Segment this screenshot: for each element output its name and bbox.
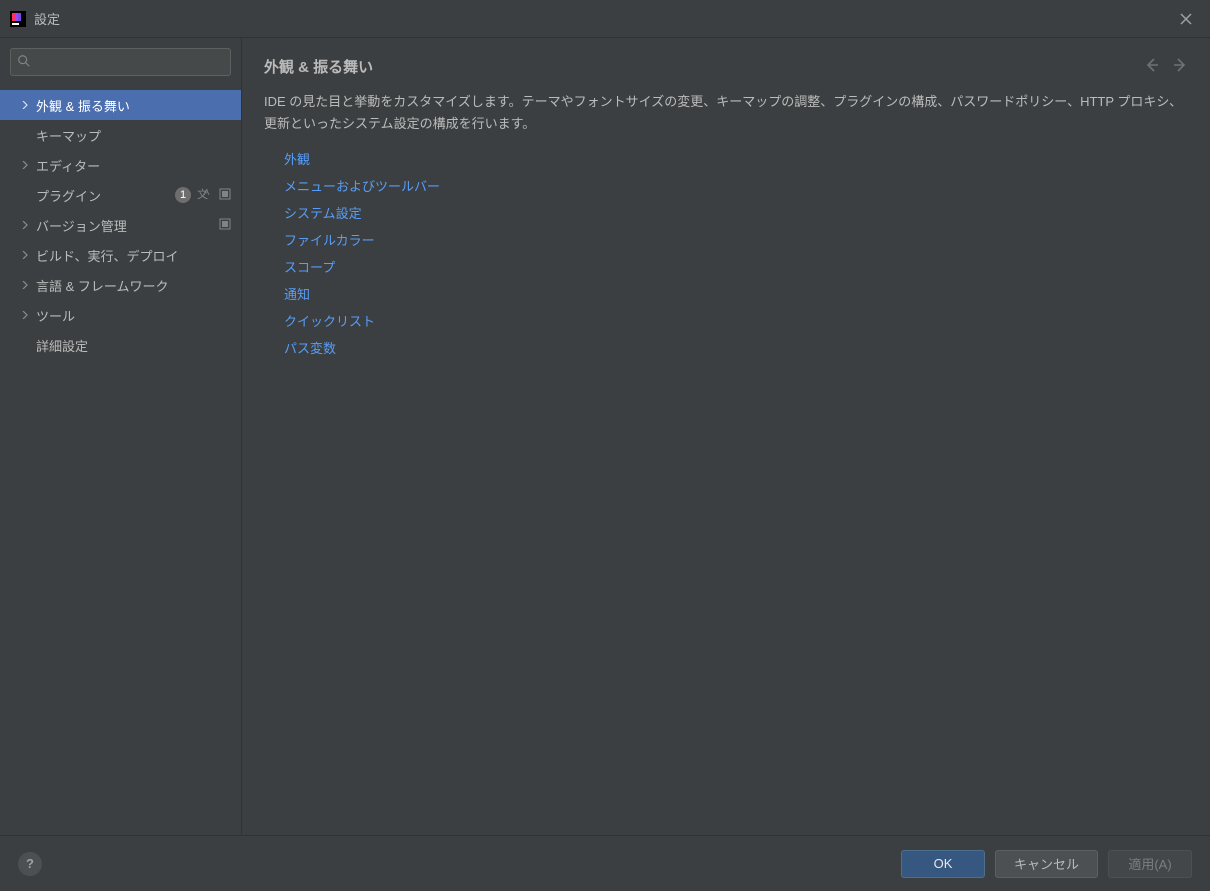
nav-arrows — [1144, 57, 1188, 76]
sidebar-item-label: キーマップ — [36, 126, 231, 145]
language-icon: 文A — [197, 187, 213, 204]
close-button[interactable] — [1172, 5, 1200, 33]
sidebar-item-keymap[interactable]: キーマップ — [0, 120, 241, 150]
titlebar: 設定 — [0, 0, 1210, 38]
plugin-update-count-badge: 1 — [175, 187, 191, 203]
chevron-right-icon — [20, 281, 30, 289]
link-menus-toolbars[interactable]: メニューおよびツールバー — [284, 176, 1188, 195]
search-input[interactable] — [35, 55, 224, 70]
arrow-left-icon — [1144, 57, 1160, 73]
page-description: IDE の見た目と挙動をカスタマイズします。テーマやフォントサイズの変更、キーマ… — [242, 87, 1210, 149]
content-pane: 外観 & 振る舞い IDE の見た目と挙動をカスタマイズします。テーマやフォント… — [242, 38, 1210, 835]
project-level-icon — [219, 188, 231, 203]
apply-button[interactable]: 適用(A) — [1108, 850, 1192, 878]
sidebar-item-tools[interactable]: ツール — [0, 300, 241, 330]
sidebar-item-languages-frameworks[interactable]: 言語 & フレームワーク — [0, 270, 241, 300]
sidebar-item-plugins[interactable]: プラグイン 1 文A — [0, 180, 241, 210]
chevron-right-icon — [20, 311, 30, 319]
cancel-label: キャンセル — [1014, 854, 1079, 873]
svg-text:A: A — [204, 188, 210, 197]
link-quick-lists[interactable]: クイックリスト — [284, 311, 1188, 330]
sidebar-item-label: バージョン管理 — [36, 216, 219, 235]
sidebar-item-label: ビルド、実行、デプロイ — [36, 246, 231, 265]
sidebar-item-appearance-behavior[interactable]: 外観 & 振る舞い — [0, 90, 241, 120]
cancel-button[interactable]: キャンセル — [995, 850, 1098, 878]
sidebar-item-build-execution-deployment[interactable]: ビルド、実行、デプロイ — [0, 240, 241, 270]
search-wrap — [0, 38, 241, 86]
chevron-right-icon — [20, 101, 30, 109]
sidebar-item-label: プラグイン — [36, 186, 175, 205]
link-notifications[interactable]: 通知 — [284, 284, 1188, 303]
body: 外観 & 振る舞い キーマップ エディター プラグイン 1 — [0, 38, 1210, 835]
sidebar-item-version-control[interactable]: バージョン管理 — [0, 210, 241, 240]
app-icon — [10, 11, 26, 27]
close-icon — [1180, 13, 1192, 25]
chevron-right-icon — [20, 221, 30, 229]
sidebar-item-advanced-settings[interactable]: 詳細設定 — [0, 330, 241, 360]
sidebar-item-label: ツール — [36, 306, 231, 325]
search-field[interactable] — [10, 48, 231, 76]
link-scopes[interactable]: スコープ — [284, 257, 1188, 276]
chevron-right-icon — [20, 161, 30, 169]
project-level-icon — [219, 218, 231, 233]
chevron-right-icon — [20, 251, 30, 259]
plugin-badges: 1 文A — [175, 187, 231, 204]
arrow-right-icon — [1172, 57, 1188, 73]
settings-tree: 外観 & 振る舞い キーマップ エディター プラグイン 1 — [0, 86, 241, 835]
search-icon — [17, 54, 31, 71]
help-icon: ? — [26, 856, 34, 871]
link-appearance[interactable]: 外観 — [284, 149, 1188, 168]
page-title: 外観 & 振る舞い — [264, 56, 1144, 77]
apply-label: 適用(A) — [1128, 854, 1171, 873]
link-path-variables[interactable]: パス変数 — [284, 338, 1188, 357]
sidebar-item-label: エディター — [36, 156, 231, 175]
back-button[interactable] — [1144, 57, 1160, 76]
sidebar-item-editor[interactable]: エディター — [0, 150, 241, 180]
settings-window: 設定 外観 & 振る舞い — [0, 0, 1210, 891]
settings-links: 外観 メニューおよびツールバー システム設定 ファイルカラー スコープ 通知 ク… — [242, 149, 1210, 357]
sidebar-item-label: 外観 & 振る舞い — [36, 96, 231, 115]
link-file-colors[interactable]: ファイルカラー — [284, 230, 1188, 249]
sidebar: 外観 & 振る舞い キーマップ エディター プラグイン 1 — [0, 38, 242, 835]
sidebar-item-label: 言語 & フレームワーク — [36, 276, 231, 295]
footer: ? OK キャンセル 適用(A) — [0, 835, 1210, 891]
content-header: 外観 & 振る舞い — [242, 38, 1210, 87]
help-button[interactable]: ? — [18, 852, 42, 876]
ok-label: OK — [934, 856, 953, 871]
ok-button[interactable]: OK — [901, 850, 985, 878]
link-system-settings[interactable]: システム設定 — [284, 203, 1188, 222]
sidebar-item-label: 詳細設定 — [36, 336, 231, 355]
window-title: 設定 — [34, 9, 1172, 28]
forward-button[interactable] — [1172, 57, 1188, 76]
vc-badges — [219, 218, 231, 233]
